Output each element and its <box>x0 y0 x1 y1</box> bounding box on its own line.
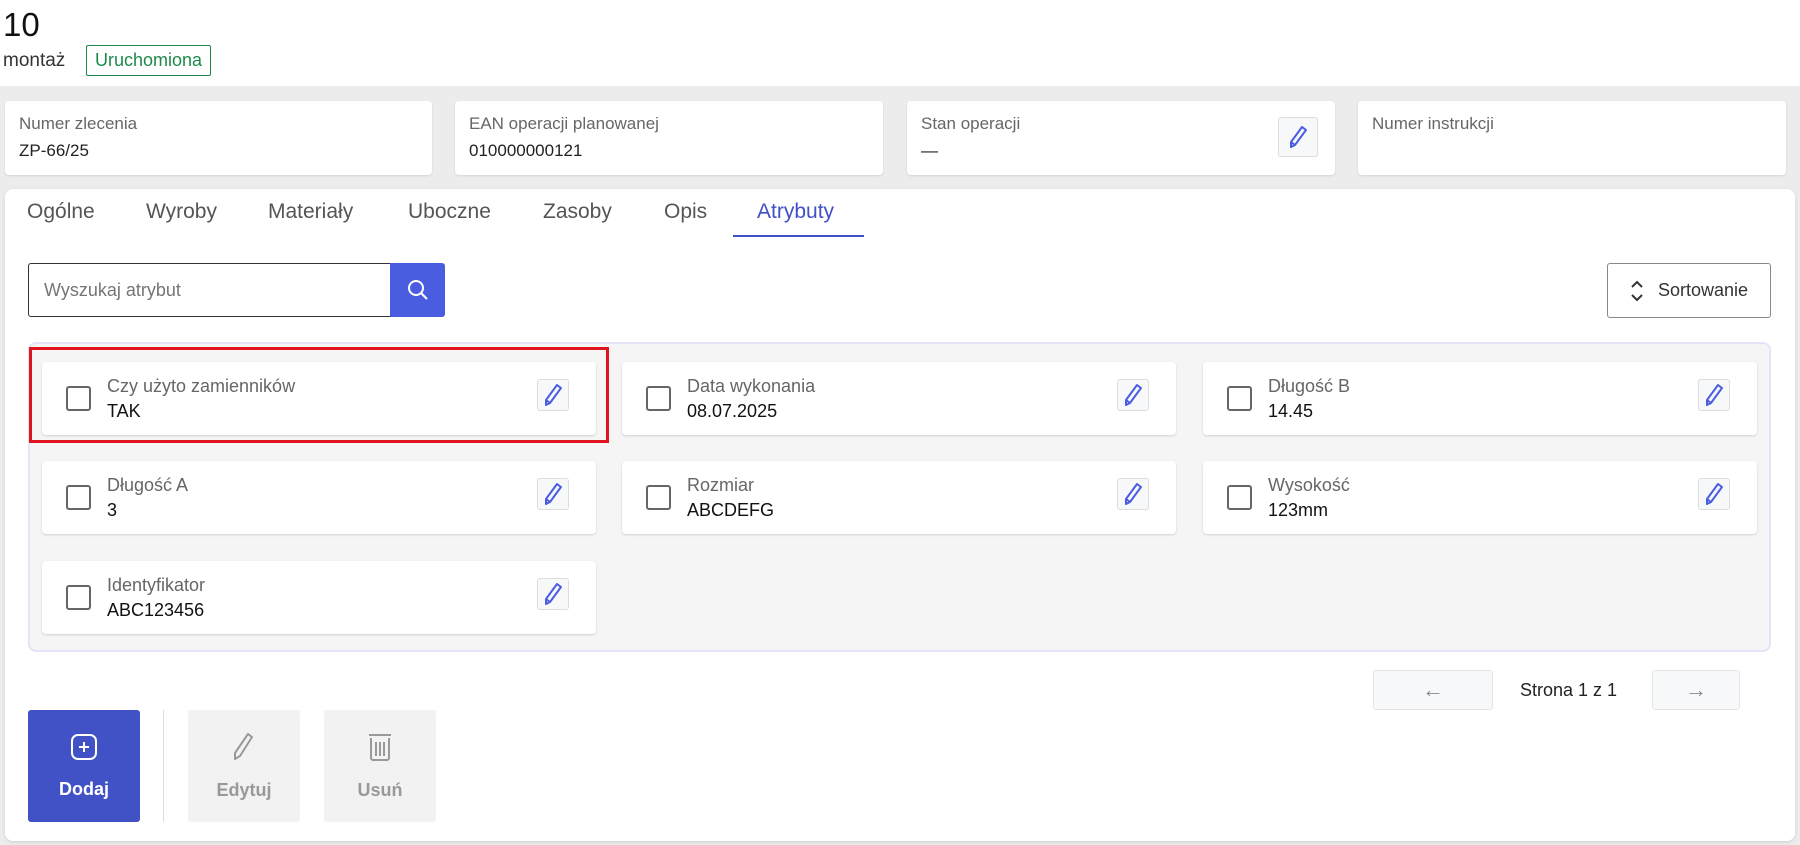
attribute-card: Długość B 14.45 <box>1203 362 1757 435</box>
edit-attribute-button[interactable] <box>1117 379 1149 411</box>
search-button[interactable] <box>390 263 445 317</box>
sort-chevrons-icon <box>1631 280 1643 301</box>
attribute-label: Identyfikator <box>107 575 206 595</box>
edit-attribute-button[interactable] <box>1698 379 1730 411</box>
pencil-icon <box>1125 384 1142 406</box>
tab-materials[interactable]: Materiały <box>268 200 353 224</box>
edit-label: Edytuj <box>216 779 272 800</box>
info-card-ean: EAN operacji planowanej 010000000121 <box>455 101 883 175</box>
arrow-right-icon: → <box>1685 677 1707 702</box>
search-input[interactable] <box>28 263 391 317</box>
toolbar-divider <box>163 710 164 822</box>
info-value: — <box>921 141 938 160</box>
pencil-icon <box>234 732 253 760</box>
status-badge: Uruchomiona <box>86 45 212 76</box>
info-value: 010000000121 <box>469 141 583 160</box>
sort-button[interactable]: Sortowanie <box>1607 263 1771 318</box>
pencil-icon <box>1290 126 1307 148</box>
attribute-label: Długość A <box>107 475 189 495</box>
info-card-instruction-number: Numer instrukcji <box>1358 101 1786 175</box>
edit-attribute-button[interactable] <box>1698 478 1730 510</box>
operation-name: montaż <box>3 50 66 71</box>
attribute-value: ABC123456 <box>107 600 205 620</box>
info-card-order-number: Numer zlecenia ZP-66/25 <box>5 101 432 175</box>
tab-general[interactable]: Ogólne <box>27 200 95 224</box>
info-label: EAN operacji planowanej <box>469 114 659 133</box>
attribute-checkbox[interactable] <box>1227 485 1252 510</box>
arrow-left-icon: ← <box>1422 677 1444 702</box>
attribute-card: Rozmiar ABCDEFG <box>622 461 1176 534</box>
edit-attribute-button[interactable] <box>537 478 569 510</box>
info-label: Numer zlecenia <box>19 114 138 133</box>
add-label: Dodaj <box>58 778 109 799</box>
attribute-value: 08.07.2025 <box>687 401 778 421</box>
edit-button[interactable]: Edytuj <box>188 710 300 822</box>
attribute-checkbox[interactable] <box>66 585 91 610</box>
info-card-operation-state: Stan operacji — <box>907 101 1335 175</box>
attribute-value: 123mm <box>1268 500 1329 520</box>
attribute-label: Długość B <box>1268 376 1351 396</box>
tab-description[interactable]: Opis <box>664 200 707 224</box>
attribute-label: Rozmiar <box>687 475 755 495</box>
search-icon <box>407 280 428 300</box>
info-label: Numer instrukcji <box>1372 114 1494 133</box>
pencil-icon <box>545 583 562 605</box>
info-value: ZP-66/25 <box>19 141 89 160</box>
page-title: 10 <box>3 6 40 43</box>
attribute-card: Wysokość 123mm <box>1203 461 1757 534</box>
attribute-checkbox[interactable] <box>66 485 91 510</box>
plus-square-icon <box>71 733 97 760</box>
page-indicator: Strona 1 z 1 <box>1520 680 1618 700</box>
edit-state-button[interactable] <box>1278 117 1318 157</box>
pencil-icon <box>1125 483 1142 505</box>
attribute-value: 14.45 <box>1268 401 1314 421</box>
active-tab-indicator <box>733 235 864 237</box>
attribute-checkbox[interactable] <box>1227 386 1252 411</box>
sort-label: Sortowanie <box>1658 280 1749 300</box>
delete-label: Usuń <box>357 779 403 800</box>
attribute-card: Długość A 3 <box>42 461 596 534</box>
attribute-checkbox[interactable] <box>646 386 671 411</box>
prev-page-button[interactable]: ← <box>1373 670 1493 710</box>
attribute-value: 3 <box>107 500 118 520</box>
add-button[interactable]: Dodaj <box>28 710 140 822</box>
trash-icon <box>369 733 391 761</box>
pencil-icon <box>1706 483 1723 505</box>
edit-attribute-button[interactable] <box>1117 478 1149 510</box>
tab-byproducts[interactable]: Uboczne <box>408 200 491 224</box>
tab-resources[interactable]: Zasoby <box>543 200 612 224</box>
attribute-value: ABCDEFG <box>687 500 775 520</box>
attribute-card: Identyfikator ABC123456 <box>42 561 596 634</box>
pencil-icon <box>545 483 562 505</box>
pencil-icon <box>1706 384 1723 406</box>
edit-attribute-button[interactable] <box>537 578 569 610</box>
next-page-button[interactable]: → <box>1652 670 1740 710</box>
attribute-label: Data wykonania <box>687 376 816 396</box>
attribute-label: Wysokość <box>1268 475 1350 495</box>
highlight-frame <box>29 347 609 443</box>
delete-button[interactable]: Usuń <box>324 710 436 822</box>
tab-attributes[interactable]: Atrybuty <box>757 200 834 224</box>
attribute-checkbox[interactable] <box>646 485 671 510</box>
attribute-card: Data wykonania 08.07.2025 <box>622 362 1176 435</box>
info-label: Stan operacji <box>921 114 1021 133</box>
tab-products[interactable]: Wyroby <box>146 200 217 224</box>
